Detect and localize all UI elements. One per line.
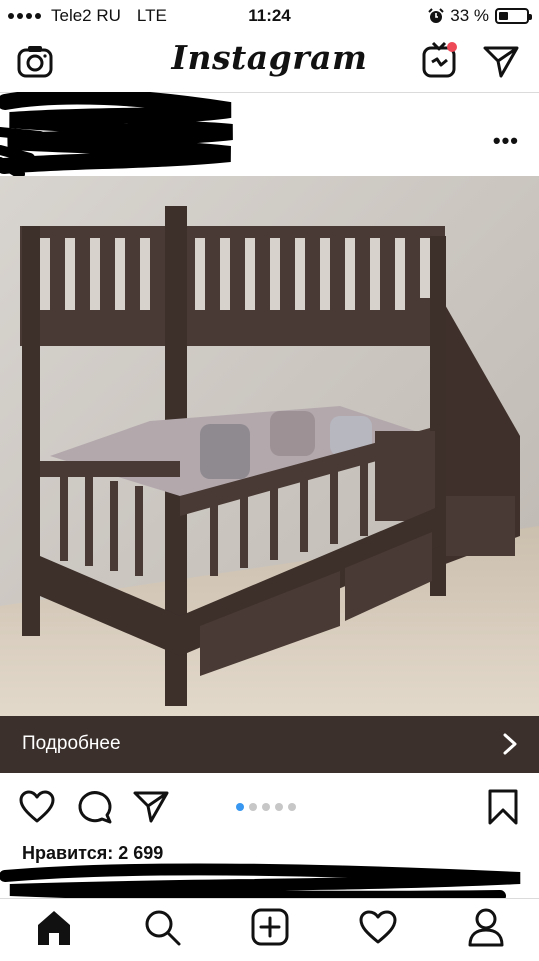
learn-more-bar[interactable]: Подробнее [0,716,539,773]
alarm-icon [428,8,444,23]
chevron-right-icon [503,733,517,755]
app-header: Instagram [0,32,539,93]
activity-icon[interactable] [358,907,398,947]
post-actions [0,773,539,843]
new-post-icon[interactable] [250,907,290,947]
caption-redaction-scribble [0,863,521,902]
likes-count[interactable]: Нравится: 2 699 [22,843,163,864]
comment-icon[interactable] [76,788,114,826]
direct-message-icon[interactable] [482,42,520,80]
battery-icon [495,8,532,24]
post-image[interactable] [0,176,539,716]
share-icon[interactable] [132,788,170,826]
search-icon[interactable] [142,907,182,947]
status-bar: Tele2 RU LTE 11:24 33 % [0,0,539,32]
like-icon[interactable] [18,788,56,826]
carousel-dot [288,803,296,811]
battery-percent: 33 % [450,6,489,25]
post-header: ••• [0,92,539,176]
status-right: 33 % [428,6,532,26]
home-icon[interactable] [34,907,74,947]
carousel-dot [236,803,244,811]
carousel-indicator [236,803,296,811]
carousel-dot [275,803,283,811]
bottom-tab-bar [0,898,539,961]
more-options-icon[interactable]: ••• [493,128,519,154]
redaction-scribble [0,92,233,176]
carousel-dot [262,803,270,811]
learn-more-label: Подробнее [22,733,121,754]
profile-icon[interactable] [466,907,506,947]
igtv-icon[interactable] [420,40,460,80]
bookmark-icon[interactable] [484,788,522,826]
carousel-dot [249,803,257,811]
